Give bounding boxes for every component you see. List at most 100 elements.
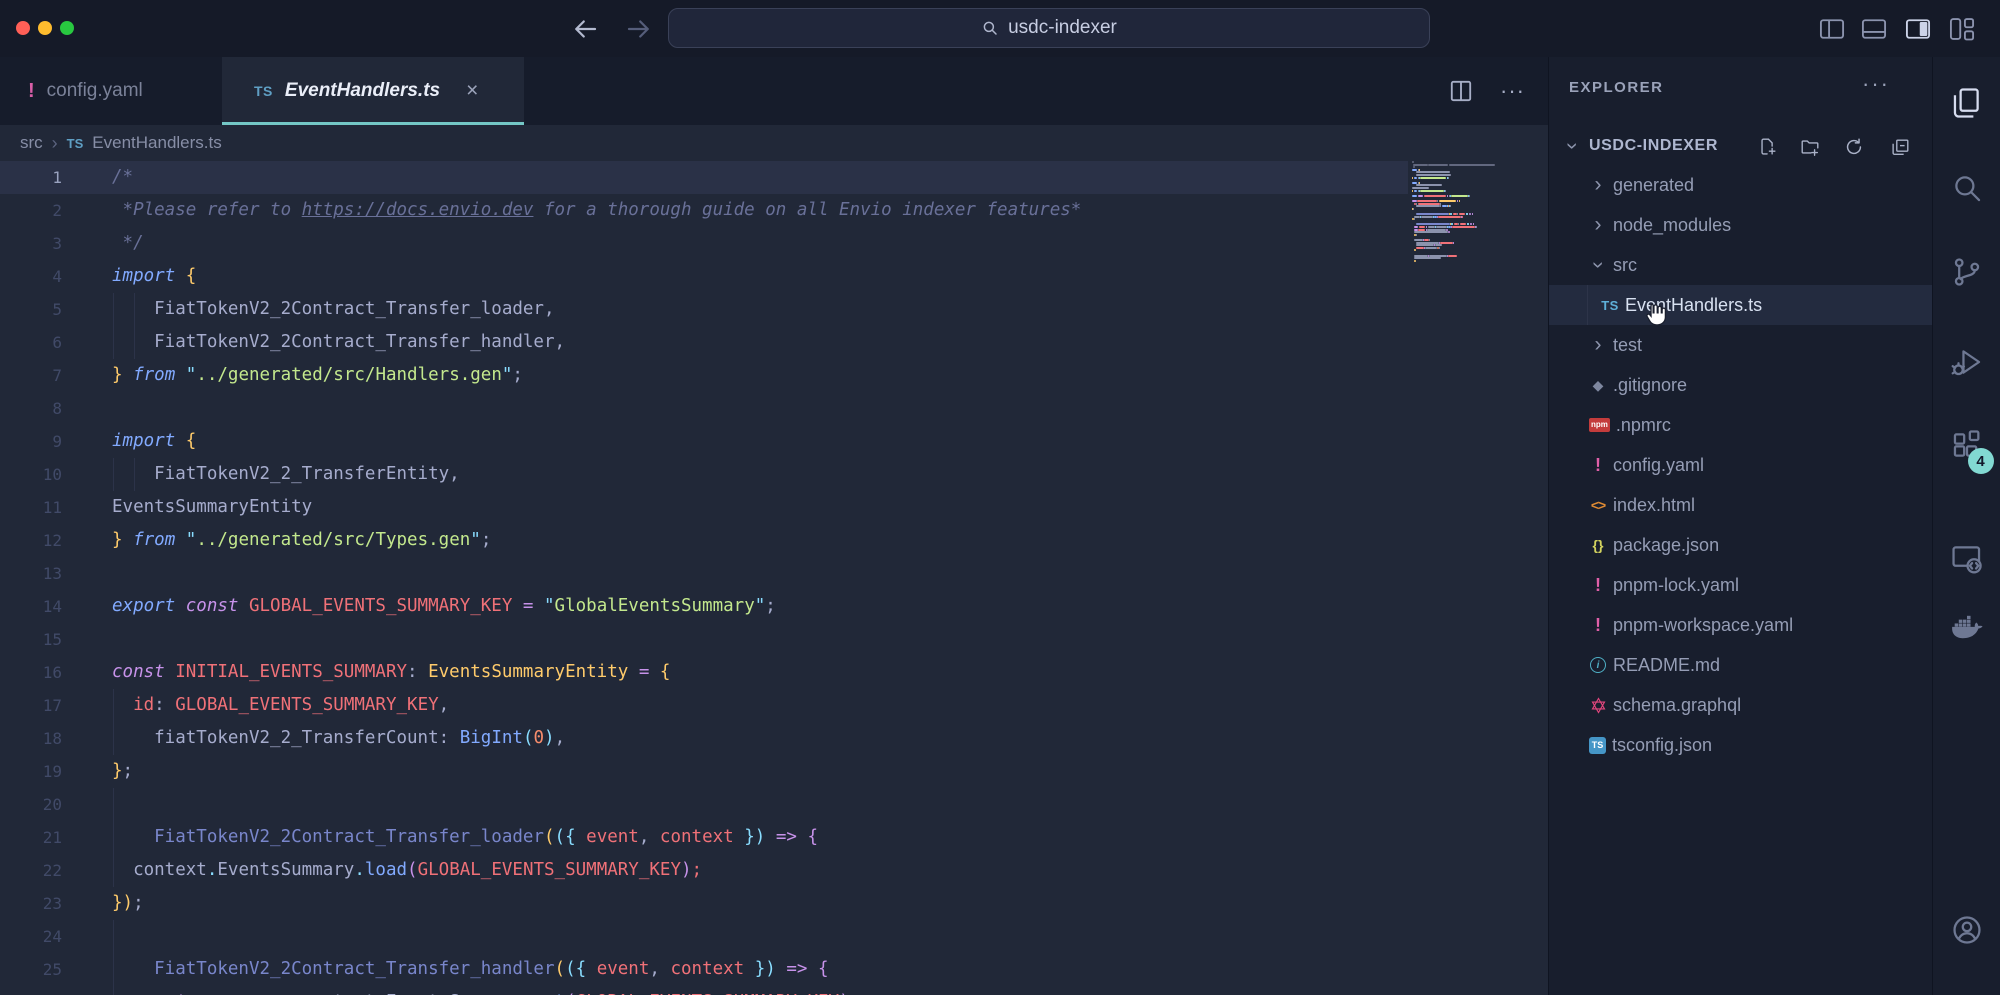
line-number: 24 [0, 920, 62, 953]
code-line: 4import { [0, 260, 1408, 293]
code-line: 6 FiatTokenV2_2Contract_Transfer_handler… [0, 326, 1408, 359]
line-number: 17 [0, 689, 62, 722]
account-icon[interactable] [1950, 913, 1984, 947]
search-icon [981, 19, 999, 37]
file-item-eventhandlers-ts[interactable]: TSEventHandlers.ts [1549, 285, 1932, 325]
file-item-schema-graphql[interactable]: schema.graphql [1549, 685, 1932, 725]
git-file-icon: ◆ [1587, 377, 1609, 394]
more-actions-icon[interactable]: ··· [1500, 78, 1525, 104]
command-center-search[interactable]: usdc-indexer [668, 8, 1430, 48]
file-label: .npmrc [1616, 415, 1671, 436]
code-line: 25 FiatTokenV2_2Contract_Transfer_handle… [0, 953, 1408, 986]
readme-file-icon: i [1590, 657, 1606, 673]
file-label: pnpm-workspace.yaml [1613, 615, 1793, 636]
explorer-icon[interactable] [1950, 86, 1984, 120]
tab-label: EventHandlers.ts [285, 80, 440, 102]
yaml-file-icon: ! [1587, 575, 1609, 596]
chevron-right-icon: › [1587, 175, 1609, 195]
file-label: package.json [1613, 535, 1719, 556]
split-editor-icon[interactable] [1448, 78, 1474, 104]
file-item-readme-md[interactable]: iREADME.md [1549, 645, 1932, 685]
code-line: 12} from "../generated/src/Types.gen"; [0, 524, 1408, 557]
nav-back-icon[interactable] [570, 14, 600, 44]
line-number: 20 [0, 788, 62, 821]
code-line: 19}; [0, 755, 1408, 788]
line-number: 7 [0, 359, 62, 392]
tab-config-yaml[interactable]: ! config.yaml [0, 57, 222, 125]
file-item-pnpm-workspace-yaml[interactable]: !pnpm-workspace.yaml [1549, 605, 1932, 645]
file-item-src[interactable]: ›src [1549, 245, 1932, 285]
line-number: 15 [0, 623, 62, 656]
remote-explorer-icon[interactable] [1950, 541, 1984, 575]
code-line: 1/* [0, 161, 1408, 194]
search-icon[interactable] [1950, 171, 1984, 205]
file-item-index-html[interactable]: <>index.html [1549, 485, 1932, 525]
file-label: config.yaml [1613, 455, 1704, 476]
explorer-sidebar: EXPLORER ··· › USDC-INDEXER ›generated›n… [1548, 57, 1932, 995]
file-item--npmrc[interactable]: npm.npmrc [1549, 405, 1932, 445]
file-item-test[interactable]: ›test [1549, 325, 1932, 365]
tab-label: config.yaml [47, 80, 143, 102]
html-file-icon: <> [1587, 497, 1609, 513]
toggle-panel-icon[interactable] [1860, 15, 1888, 41]
line-number: 21 [0, 821, 62, 854]
file-label: node_modules [1613, 215, 1731, 236]
file-item-tsconfig-json[interactable]: TStsconfig.json [1549, 725, 1932, 765]
indent-guide [113, 920, 114, 953]
extensions-icon[interactable]: 4 [1950, 428, 1984, 462]
chevron-right-icon: › [1587, 335, 1609, 355]
file-label: generated [1613, 175, 1694, 196]
line-number: 8 [0, 392, 62, 425]
chevron-right-icon: › [52, 133, 58, 154]
breadcrumb-src[interactable]: src [20, 133, 43, 153]
toggle-secondary-sidebar-icon[interactable] [1904, 15, 1932, 41]
code-line: 3 */ [0, 227, 1408, 260]
toggle-primary-sidebar-icon[interactable] [1818, 15, 1846, 41]
file-label: schema.graphql [1613, 695, 1741, 716]
line-number: 11 [0, 491, 62, 524]
nav-forward-icon[interactable] [624, 14, 654, 44]
line-number: 14 [0, 590, 62, 623]
zoom-window-button[interactable] [60, 21, 74, 35]
code-line: 10 FiatTokenV2_2_TransferEntity, [0, 458, 1408, 491]
indent-guide [113, 788, 114, 821]
file-item-pnpm-lock-yaml[interactable]: !pnpm-lock.yaml [1549, 565, 1932, 605]
chevron-right-icon: › [1587, 215, 1609, 235]
json-file-icon: {} [1587, 537, 1609, 553]
search-value: usdc-indexer [1008, 17, 1117, 39]
code-line: 14export const GLOBAL_EVENTS_SUMMARY_KEY… [0, 590, 1408, 623]
source-control-icon[interactable] [1950, 255, 1984, 289]
minimap[interactable] [1408, 161, 1548, 995]
file-item-config-yaml[interactable]: !config.yaml [1549, 445, 1932, 485]
customize-layout-icon[interactable] [1948, 15, 1976, 41]
yaml-file-icon: ! [1587, 455, 1609, 476]
docker-icon[interactable] [1950, 610, 1984, 644]
minimize-window-button[interactable] [38, 21, 52, 35]
breadcrumb[interactable]: src › TS EventHandlers.ts [0, 125, 1548, 161]
tab-eventhandlers-ts[interactable]: TS EventHandlers.ts × [222, 57, 524, 125]
line-number: 13 [0, 557, 62, 590]
line-number: 4 [0, 260, 62, 293]
typescript-file-icon: TS [254, 83, 273, 99]
file-label: test [1613, 335, 1642, 356]
line-number: 12 [0, 524, 62, 557]
breadcrumb-file[interactable]: EventHandlers.ts [92, 133, 221, 153]
title-bar: usdc-indexer [0, 0, 2000, 58]
file-item-package-json[interactable]: {}package.json [1549, 525, 1932, 565]
file-label: index.html [1613, 495, 1695, 516]
line-number: 3 [0, 227, 62, 260]
file-tree: ›generated›node_modules›srcTSEventHandle… [1549, 57, 1932, 995]
code-area[interactable]: 1/*2 *Please refer to https://docs.envio… [0, 161, 1408, 995]
close-window-button[interactable] [16, 21, 30, 35]
editor-region: ! config.yaml TS EventHandlers.ts × ··· … [0, 57, 1548, 995]
run-debug-icon[interactable] [1950, 345, 1984, 379]
line-number: 10 [0, 458, 62, 491]
line-number: 6 [0, 326, 62, 359]
tree-indent-guide [1587, 285, 1588, 325]
minimap-line [1408, 262, 1548, 265]
file-item-node-modules[interactable]: ›node_modules [1549, 205, 1932, 245]
code-line: 11EventsSummaryEntity [0, 491, 1408, 524]
file-item--gitignore[interactable]: ◆.gitignore [1549, 365, 1932, 405]
file-item-generated[interactable]: ›generated [1549, 165, 1932, 205]
close-tab-icon[interactable]: × [466, 79, 478, 103]
